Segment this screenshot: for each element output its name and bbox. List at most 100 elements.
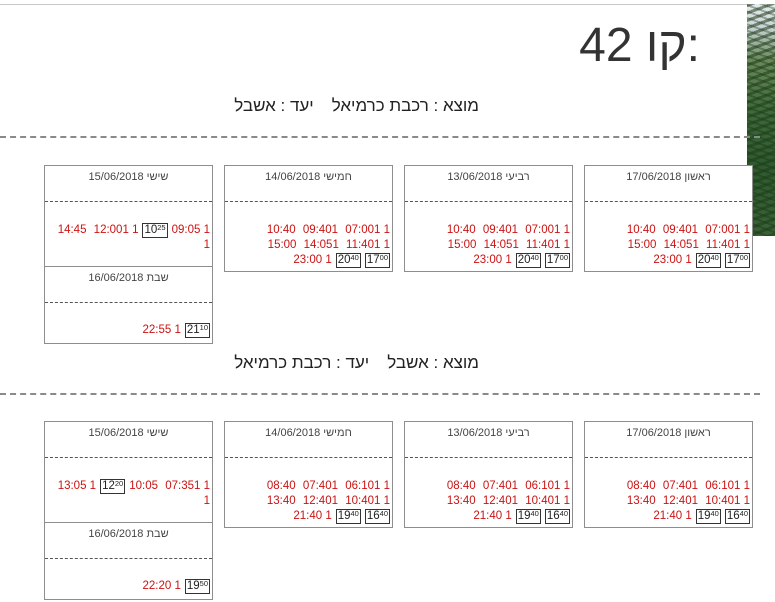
time-minutes: 20 — [114, 479, 124, 488]
times-row: 1 10:401 12:401 13:40 — [589, 494, 750, 509]
time-minutes: 40 — [710, 509, 719, 518]
times-row: 164019401 21:40 — [589, 509, 750, 524]
highlighted-time: 2110 — [184, 323, 210, 338]
day-date-label: רביעי 13/06/2018 — [405, 166, 572, 202]
departure-time: 1 06:10 — [525, 480, 570, 492]
day-date-label: חמישי 14/06/2018 — [225, 166, 392, 202]
highlighted-time: 1940 — [515, 509, 541, 524]
highlighted-time: 1220 — [100, 479, 126, 494]
day-date-label: חמישי 14/06/2018 — [225, 422, 392, 458]
top-border — [0, 4, 747, 5]
departure-time: 1 07:35 — [165, 480, 210, 492]
day-date-label: רביעי 13/06/2018 — [405, 422, 572, 458]
route-1-divider — [0, 136, 760, 138]
highlighted-time: 1940 — [335, 509, 361, 524]
day-schedule-card: שבת 16/06/2018 21101 22:55 — [44, 266, 213, 344]
time-minutes: 00 — [559, 253, 568, 262]
times-row: 164019401 21:40 — [229, 509, 390, 524]
time-minutes: 00 — [739, 253, 748, 262]
day-schedule-card: ראשון 17/06/2018 1 07:001 09:401 10:40 1 1… — [584, 165, 753, 272]
highlighted-time: 1640 — [724, 509, 750, 524]
departure-times: 1 07:351 10:0512201 13:05 1 — [45, 458, 212, 509]
departure-time: 1 09:05 — [171, 224, 210, 236]
departure-time: 1 06:10 — [705, 480, 750, 492]
day-schedule-card: שבת 16/06/2018 19501 22:20 — [44, 522, 213, 600]
departure-time: 1 10:40 — [525, 495, 570, 507]
highlighted-time: 2040 — [515, 253, 541, 268]
departure-time: 1 10:40 — [345, 495, 390, 507]
times-row: 1 11:401 14:051 15:00 — [229, 238, 390, 253]
highlighted-time: 1700 — [544, 253, 570, 268]
time-minutes: 40 — [559, 509, 568, 518]
times-row: 170020401 23:00 — [589, 253, 750, 268]
page-title: קו 42: — [579, 19, 700, 72]
route-2-destination: יעד : רכבת כרמיאל — [234, 353, 370, 372]
times-row: 1 — [49, 494, 210, 509]
departure-time: 1 22:55 — [142, 324, 181, 336]
departure-time: 1 12:00 — [93, 224, 139, 236]
time-minutes: 10 — [199, 323, 208, 332]
times-row: 1 06:101 07:401 08:40 — [229, 479, 390, 494]
time-minutes: 40 — [350, 253, 359, 262]
times-row: 1 10:401 12:401 13:40 — [409, 494, 570, 509]
departure-times: 1 09:0510251 12:001 14:45 1 — [45, 202, 212, 253]
times-row: 19501 22:20 — [49, 579, 210, 594]
route-2-header: מוצא : אשבל יעד : רכבת כרמיאל — [234, 353, 479, 373]
time-minutes: 40 — [739, 509, 748, 518]
day-date-label: שישי 15/06/2018 — [45, 422, 212, 458]
time-minutes: 00 — [379, 253, 388, 262]
times-row: 164019401 21:40 — [409, 509, 570, 524]
day-date-label: שבת 16/06/2018 — [45, 267, 212, 303]
time-minutes: 50 — [199, 579, 208, 588]
highlighted-time: 2040 — [695, 253, 721, 268]
route-2-divider — [0, 393, 760, 395]
time-minutes: 40 — [530, 509, 539, 518]
departure-times: 1 06:101 07:401 08:40 1 10:401 12:401 13:… — [225, 458, 392, 524]
day-schedule-card: רביעי 13/06/2018 1 06:101 07:401 08:40 1 1… — [404, 421, 573, 528]
highlighted-time: 1025 — [142, 223, 168, 238]
route-2-origin: מוצא : אשבל — [387, 353, 479, 372]
day-date-label: שישי 15/06/2018 — [45, 166, 212, 202]
departure-time: 1 07:00 — [345, 224, 390, 236]
time-minutes: 40 — [710, 253, 719, 262]
times-row: 1 10:401 12:401 13:40 — [229, 494, 390, 509]
departure-time: 1 21:40 — [473, 510, 512, 522]
times-row: 21101 22:55 — [49, 323, 210, 338]
trip-marker: 1 — [203, 239, 210, 251]
departure-times: 1 07:001 09:401 10:40 1 11:401 14:051 15:… — [405, 202, 572, 268]
departure-time: 1 11:40 — [346, 239, 390, 251]
departure-times: 1 07:001 09:401 10:40 1 11:401 14:051 15:… — [225, 202, 392, 268]
times-row: 1 09:0510251 12:001 14:45 — [49, 223, 210, 238]
route-1-header: מוצא : רכבת כרמיאל יעד : אשבל — [234, 96, 479, 116]
times-row: 1 11:401 14:051 15:00 — [589, 238, 750, 253]
departure-times: 19501 22:20 — [45, 559, 212, 594]
day-schedule-card: שישי 15/06/2018 1 07:351 10:0512201 13:05… — [44, 421, 213, 528]
departure-time: 1 22:20 — [142, 580, 181, 592]
departure-time: 1 11:40 — [706, 239, 750, 251]
departure-time: 1 07:00 — [705, 224, 750, 236]
highlighted-time: 1700 — [364, 253, 390, 268]
times-row: 1 07:001 09:401 10:40 — [229, 223, 390, 238]
day-date-label: ראשון 17/06/2018 — [585, 166, 752, 202]
day-date-label: שבת 16/06/2018 — [45, 523, 212, 559]
departure-time: 1 21:40 — [653, 510, 692, 522]
departure-time: 1 07:00 — [525, 224, 570, 236]
departure-times: 21101 22:55 — [45, 303, 212, 338]
day-schedule-card: רביעי 13/06/2018 1 07:001 09:401 10:40 1 1… — [404, 165, 573, 272]
times-row: 1 06:101 07:401 08:40 — [589, 479, 750, 494]
day-date-label: ראשון 17/06/2018 — [585, 422, 752, 458]
day-schedule-card: ראשון 17/06/2018 1 06:101 07:401 08:40 1 1… — [584, 421, 753, 528]
departure-time: 1 21:40 — [293, 510, 332, 522]
highlighted-time: 1640 — [544, 509, 570, 524]
times-row: 1 06:101 07:401 08:40 — [409, 479, 570, 494]
departure-time: 1 11:40 — [526, 239, 570, 251]
highlighted-time: 1950 — [184, 579, 210, 594]
times-row: 1 — [49, 238, 210, 253]
route-1-destination: יעד : אשבל — [234, 96, 314, 115]
times-row: 1 07:001 09:401 10:40 — [409, 223, 570, 238]
day-schedule-card: חמישי 14/06/2018 1 07:001 09:401 10:40 1 1… — [224, 165, 393, 272]
times-row: 1 11:401 14:051 15:00 — [409, 238, 570, 253]
time-minutes: 25 — [157, 223, 166, 232]
trip-marker: 1 — [203, 495, 210, 507]
day-schedule-card: שישי 15/06/2018 1 09:0510251 12:001 14:45… — [44, 165, 213, 272]
